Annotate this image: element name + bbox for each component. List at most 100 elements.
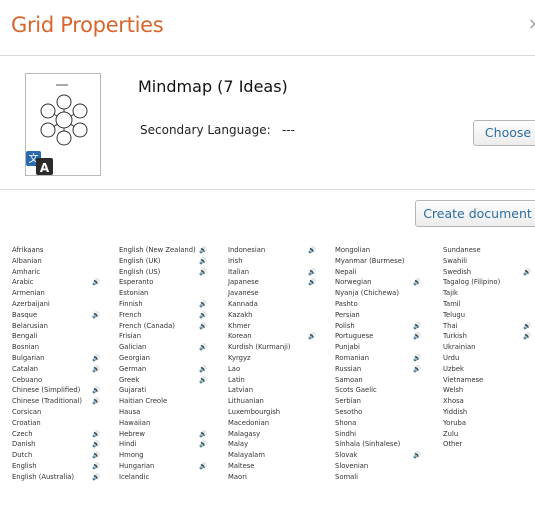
language-item[interactable]: Galician 🔊: [119, 342, 207, 353]
language-item[interactable]: Chinese (Simplified) 🔊: [12, 385, 100, 396]
language-item[interactable]: Tamil: [443, 299, 500, 310]
language-item[interactable]: Estonian: [119, 288, 196, 299]
language-item[interactable]: Thai 🔊: [443, 321, 531, 332]
language-item[interactable]: Yiddish: [443, 407, 500, 418]
language-item[interactable]: Finnish 🔊: [119, 299, 207, 310]
language-item[interactable]: Catalan 🔊: [12, 364, 100, 375]
language-item[interactable]: Arabic 🔊: [12, 277, 100, 288]
language-item[interactable]: Kazakh: [228, 310, 291, 321]
language-item[interactable]: Welsh: [443, 385, 500, 396]
language-item[interactable]: Tajik: [443, 288, 500, 299]
language-item[interactable]: Sindhi: [335, 429, 405, 440]
language-item[interactable]: Malagasy: [228, 429, 291, 440]
language-item[interactable]: Tagalog (Filipino): [443, 277, 500, 288]
language-item[interactable]: Luxembourgish: [228, 407, 291, 418]
language-item[interactable]: English (US) 🔊: [119, 267, 207, 278]
language-item[interactable]: French (Canada) 🔊: [119, 321, 207, 332]
language-item[interactable]: Lao: [228, 364, 291, 375]
language-item[interactable]: Czech 🔊: [12, 429, 100, 440]
language-item[interactable]: Myanmar (Burmese): [335, 256, 405, 267]
language-item[interactable]: Pashto: [335, 299, 405, 310]
language-item[interactable]: Sinhala (Sinhalese): [335, 439, 405, 450]
language-item[interactable]: Hebrew 🔊: [119, 429, 207, 440]
language-item[interactable]: Maltese: [228, 461, 291, 472]
language-item[interactable]: Urdu: [443, 353, 500, 364]
language-item[interactable]: Vietnamese: [443, 375, 500, 386]
language-item[interactable]: Corsican: [12, 407, 82, 418]
language-item[interactable]: Slovenian: [335, 461, 405, 472]
language-item[interactable]: Indonesian 🔊: [228, 245, 316, 256]
language-item[interactable]: Latin: [228, 375, 291, 386]
language-item[interactable]: Hmong: [119, 450, 196, 461]
language-item[interactable]: Telugu: [443, 310, 500, 321]
language-item[interactable]: Hawaiian: [119, 418, 196, 429]
language-item[interactable]: Irish: [228, 256, 291, 267]
language-item[interactable]: Ukrainian: [443, 342, 500, 353]
language-item[interactable]: Xhosa: [443, 396, 500, 407]
language-item[interactable]: Haitian Creole: [119, 396, 196, 407]
language-item[interactable]: Khmer: [228, 321, 291, 332]
language-item[interactable]: Afrikaans: [12, 245, 82, 256]
language-item[interactable]: Dutch 🔊: [12, 450, 100, 461]
language-item[interactable]: Bosnian: [12, 342, 82, 353]
language-item[interactable]: English (New Zealand) 🔊: [119, 245, 207, 256]
language-item[interactable]: Basque 🔊: [12, 310, 100, 321]
language-item[interactable]: Macedonian: [228, 418, 291, 429]
language-item[interactable]: English (Australia) 🔊: [12, 472, 100, 483]
language-item[interactable]: Japanese 🔊: [228, 277, 316, 288]
language-item[interactable]: Somali: [335, 472, 405, 483]
language-item[interactable]: Gujarati: [119, 385, 196, 396]
language-item[interactable]: Azerbaijani: [12, 299, 82, 310]
language-item[interactable]: Malayalam: [228, 450, 291, 461]
language-item[interactable]: Javanese: [228, 288, 291, 299]
language-item[interactable]: Italian 🔊: [228, 267, 316, 278]
language-item[interactable]: Romanian 🔊: [335, 353, 421, 364]
language-item[interactable]: Nepali: [335, 267, 405, 278]
language-item[interactable]: Hindi 🔊: [119, 439, 207, 450]
language-item[interactable]: English 🔊: [12, 461, 100, 472]
language-item[interactable]: Norwegian 🔊: [335, 277, 421, 288]
language-item[interactable]: Hungarian 🔊: [119, 461, 207, 472]
language-item[interactable]: Croatian: [12, 418, 82, 429]
choose-button[interactable]: Choose: [473, 120, 535, 146]
language-item[interactable]: Slovak 🔊: [335, 450, 421, 461]
language-item[interactable]: Samoan: [335, 375, 405, 386]
language-item[interactable]: Korean 🔊: [228, 331, 316, 342]
language-item[interactable]: Bengali: [12, 331, 82, 342]
language-item[interactable]: Hausa: [119, 407, 196, 418]
language-item[interactable]: English (UK) 🔊: [119, 256, 207, 267]
language-item[interactable]: Turkish 🔊: [443, 331, 531, 342]
language-item[interactable]: Swahili: [443, 256, 500, 267]
language-item[interactable]: Kurdish (Kurmanji): [228, 342, 291, 353]
language-item[interactable]: Uzbek: [443, 364, 500, 375]
language-item[interactable]: Shona: [335, 418, 405, 429]
close-button[interactable]: ×: [528, 14, 535, 33]
language-item[interactable]: Frisian: [119, 331, 196, 342]
language-item[interactable]: Portuguese 🔊: [335, 331, 421, 342]
language-item[interactable]: Nyanja (Chichewa): [335, 288, 405, 299]
language-item[interactable]: Chinese (Traditional) 🔊: [12, 396, 100, 407]
language-item[interactable]: Albanian: [12, 256, 82, 267]
language-item[interactable]: Malay: [228, 439, 291, 450]
language-item[interactable]: Kyrgyz: [228, 353, 291, 364]
language-item[interactable]: Esperanto: [119, 277, 196, 288]
language-item[interactable]: Kannada: [228, 299, 291, 310]
language-item[interactable]: Icelandic: [119, 472, 196, 483]
language-item[interactable]: Mongolian: [335, 245, 405, 256]
language-item[interactable]: Other: [443, 439, 500, 450]
language-item[interactable]: Sundanese: [443, 245, 500, 256]
document-thumbnail[interactable]: 文 A: [25, 73, 101, 176]
create-document-button[interactable]: Create document: [415, 200, 535, 227]
language-item[interactable]: Serbian: [335, 396, 405, 407]
language-item[interactable]: Cebuano: [12, 375, 82, 386]
language-item[interactable]: Greek 🔊: [119, 375, 207, 386]
language-item[interactable]: Amharic: [12, 267, 82, 278]
language-item[interactable]: Danish 🔊: [12, 439, 100, 450]
language-item[interactable]: Maori: [228, 472, 291, 483]
language-item[interactable]: Latvian: [228, 385, 291, 396]
language-item[interactable]: Polish 🔊: [335, 321, 421, 332]
language-item[interactable]: Georgian: [119, 353, 196, 364]
language-item[interactable]: French 🔊: [119, 310, 207, 321]
language-item[interactable]: Yoruba: [443, 418, 500, 429]
language-item[interactable]: Sesotho: [335, 407, 405, 418]
